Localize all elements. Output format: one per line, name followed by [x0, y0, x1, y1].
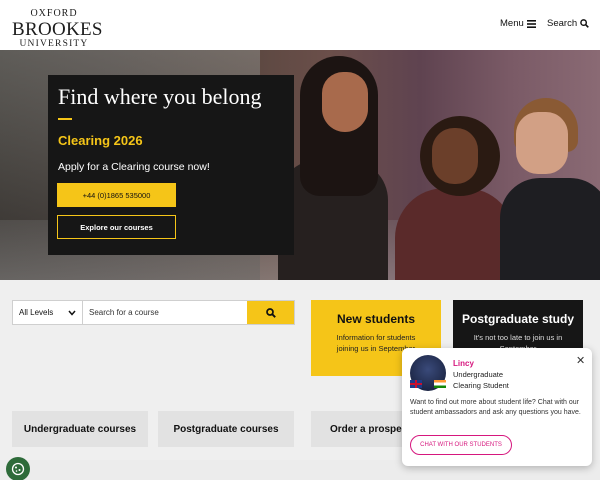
site-header: OXFORD BROOKES UNIVERSITY Menu Search	[0, 0, 600, 50]
postgraduate-courses-button[interactable]: Postgraduate courses	[158, 411, 294, 447]
level-select[interactable]: All Levels	[13, 301, 83, 324]
explore-courses-button[interactable]: Explore our courses	[57, 215, 176, 239]
hero-text: Apply for a Clearing course now!	[58, 161, 210, 173]
cookie-settings-button[interactable]	[6, 457, 30, 480]
hero-divider	[58, 118, 72, 120]
level-select-value: All Levels	[19, 308, 54, 317]
undergraduate-courses-button[interactable]: Undergraduate courses	[12, 411, 148, 447]
hero-photo-face-right	[516, 112, 568, 174]
logo-line-3: UNIVERSITY	[19, 39, 89, 49]
chat-message: Want to find out more about student life…	[410, 399, 581, 417]
india-flag-icon	[434, 380, 446, 388]
ambassador-role-detail: Clearing Student	[453, 381, 509, 390]
menu-label: Menu	[500, 18, 524, 29]
course-search-submit-button[interactable]	[247, 301, 294, 324]
course-search-input[interactable]	[83, 301, 247, 324]
ambassador-name: Lincy	[453, 359, 474, 368]
menu-button[interactable]: Menu	[500, 18, 536, 29]
search-label: Search	[547, 18, 578, 29]
hero-photo-face-middle	[432, 128, 478, 184]
search-button[interactable]: Search	[547, 18, 589, 29]
hamburger-icon	[526, 19, 536, 28]
hero-photo-person-right	[500, 178, 600, 280]
ambassador-role: Undergraduate	[453, 370, 504, 379]
hero-photo-face-left	[322, 72, 368, 132]
postgraduate-study-title: Postgraduate study	[461, 312, 575, 326]
search-icon	[265, 307, 276, 318]
phone-button[interactable]: +44 (0)1865 535000	[57, 183, 176, 207]
logo-line-1: OXFORD	[30, 8, 78, 19]
chat-with-students-button[interactable]: CHAT WITH OUR STUDENTS	[410, 435, 512, 455]
hero-subtitle: Clearing 2026	[58, 133, 143, 148]
hero-title: Find where you belong	[58, 84, 262, 109]
hero-photo-person-middle	[395, 188, 515, 280]
logo-line-2: BROOKES	[12, 19, 103, 40]
new-students-title: New students	[336, 312, 415, 326]
university-logo[interactable]: OXFORD BROOKES UNIVERSITY	[12, 8, 103, 50]
course-search-bar: All Levels	[12, 300, 295, 325]
cookie-icon	[11, 462, 25, 476]
uk-flag-icon	[410, 380, 422, 388]
search-icon	[580, 19, 589, 28]
student-chat-popup: Lincy Undergraduate Clearing Student ✕ W…	[402, 348, 592, 466]
close-icon[interactable]: ✕	[576, 354, 585, 367]
chevron-down-icon	[68, 310, 76, 316]
